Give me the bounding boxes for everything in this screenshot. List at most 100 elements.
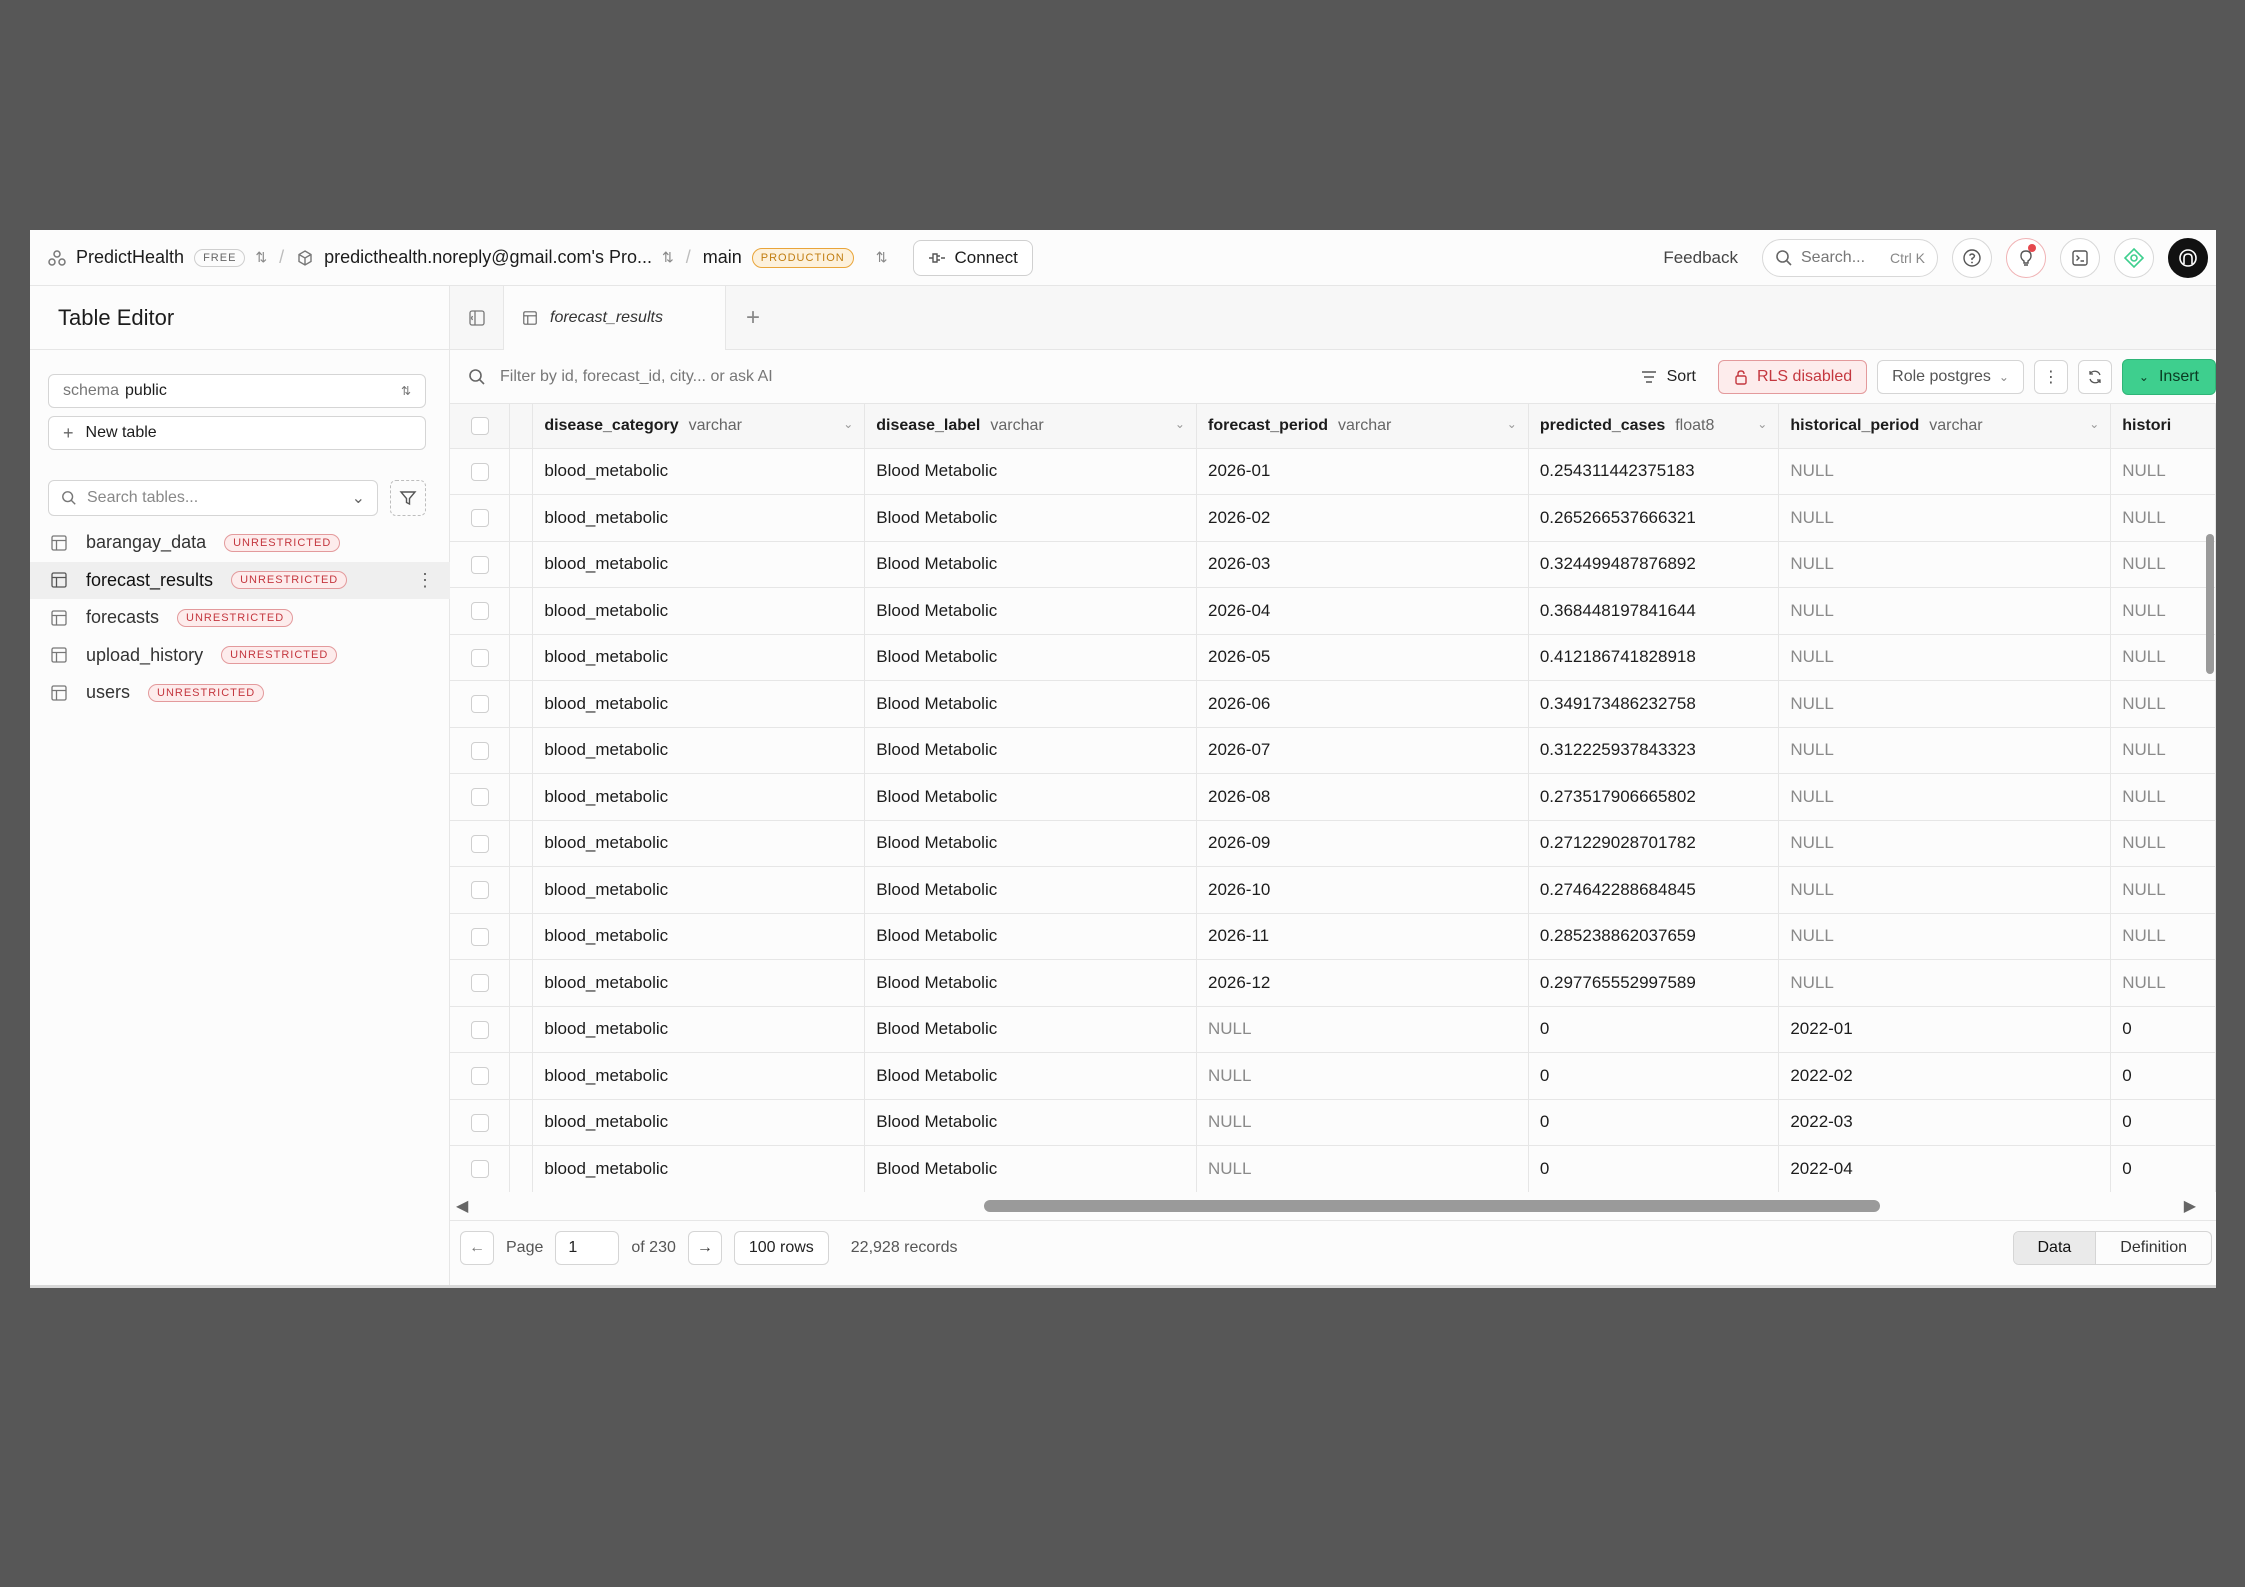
- table-cell[interactable]: NULL: [1778, 448, 2112, 495]
- table-cell[interactable]: blood_metabolic: [532, 634, 866, 681]
- chevron-down-icon[interactable]: ⌄: [1175, 417, 1185, 431]
- table-cell[interactable]: blood_metabolic: [532, 1145, 866, 1192]
- table-cell[interactable]: 2026-09: [1196, 820, 1529, 867]
- table-cell[interactable]: NULL: [2110, 773, 2216, 821]
- row-checkbox[interactable]: [470, 741, 489, 760]
- table-row[interactable]: blood_metabolic Blood Metabolic 2026-07 0.3…: [450, 727, 2216, 774]
- table-cell[interactable]: 2026-12: [1196, 959, 1529, 1007]
- more-options-button[interactable]: ⋮: [2033, 360, 2068, 394]
- insert-button[interactable]: ⌄ Insert: [2121, 359, 2216, 395]
- row-checkbox[interactable]: [470, 1067, 489, 1086]
- filter-input[interactable]: Filter by id, forecast_id, city... or as…: [500, 368, 773, 386]
- connect-button[interactable]: Connect: [913, 239, 1033, 276]
- table-cell[interactable]: NULL: [1778, 680, 2112, 728]
- table-row[interactable]: blood_metabolic Blood Metabolic NULL 0 2022-…: [450, 1006, 2216, 1053]
- row-checkbox[interactable]: [470, 602, 489, 621]
- table-cell[interactable]: 0.254311442375183: [1528, 448, 1780, 495]
- table-cell[interactable]: Blood Metabolic: [864, 541, 1197, 588]
- assistant-button[interactable]: [2114, 238, 2154, 278]
- table-cell[interactable]: NULL: [2110, 727, 2216, 774]
- table-cell[interactable]: blood_metabolic: [532, 680, 866, 728]
- feedback-button[interactable]: Feedback: [1663, 248, 1738, 268]
- global-search-button[interactable]: Search... Ctrl K: [1762, 239, 1938, 277]
- table-cell[interactable]: Blood Metabolic: [864, 913, 1197, 960]
- table-cell[interactable]: Blood Metabolic: [864, 1145, 1197, 1192]
- row-checkbox[interactable]: [470, 509, 489, 528]
- column-header-forecast-period[interactable]: forecast_period varchar ⌄: [1196, 404, 1529, 449]
- table-cell[interactable]: NULL: [1778, 820, 2112, 867]
- table-cell[interactable]: NULL: [1196, 1145, 1529, 1192]
- row-checkbox[interactable]: [470, 788, 489, 807]
- table-cell[interactable]: NULL: [1778, 541, 2112, 588]
- table-cell[interactable]: 0.285238862037659: [1528, 913, 1780, 960]
- table-cell[interactable]: Blood Metabolic: [864, 634, 1197, 681]
- table-cell[interactable]: 0: [2110, 1099, 2216, 1146]
- table-cell[interactable]: 2026-08: [1196, 773, 1529, 821]
- table-row[interactable]: blood_metabolic Blood Metabolic NULL 0 2022-…: [450, 1099, 2216, 1146]
- table-cell[interactable]: 0: [1528, 1052, 1780, 1100]
- table-cell[interactable]: blood_metabolic: [532, 913, 866, 960]
- table-cell[interactable]: 0: [1528, 1006, 1780, 1053]
- table-cell[interactable]: 0.271229028701782: [1528, 820, 1780, 867]
- chevron-down-icon[interactable]: ⌄: [1757, 417, 1767, 431]
- table-cell[interactable]: NULL: [1778, 587, 2112, 635]
- page-input[interactable]: 1: [555, 1230, 620, 1265]
- table-row[interactable]: blood_metabolic Blood Metabolic NULL 0 2022-…: [450, 1145, 2216, 1192]
- table-cell[interactable]: NULL: [2110, 820, 2216, 867]
- table-cell[interactable]: blood_metabolic: [532, 866, 866, 914]
- table-cell[interactable]: Blood Metabolic: [864, 773, 1197, 821]
- table-cell[interactable]: NULL: [2110, 866, 2216, 914]
- table-row[interactable]: blood_metabolic Blood Metabolic 2026-04 0.3…: [450, 587, 2216, 635]
- table-cell[interactable]: Blood Metabolic: [864, 866, 1197, 914]
- table-cell[interactable]: 0: [2110, 1145, 2216, 1192]
- refresh-button[interactable]: [2077, 360, 2112, 394]
- row-checkbox[interactable]: [470, 834, 489, 853]
- table-row[interactable]: blood_metabolic Blood Metabolic NULL 0 2022-…: [450, 1052, 2216, 1100]
- table-cell[interactable]: Blood Metabolic: [864, 959, 1197, 1007]
- table-cell[interactable]: NULL: [2110, 494, 2216, 542]
- column-header-disease-label[interactable]: disease_label varchar ⌄: [864, 404, 1197, 449]
- table-cell[interactable]: NULL: [1778, 913, 2112, 960]
- row-checkbox[interactable]: [470, 1160, 489, 1179]
- next-page-button[interactable]: →: [687, 1230, 722, 1265]
- chevron-down-icon[interactable]: ⌄: [2089, 417, 2099, 431]
- table-cell[interactable]: 0.412186741828918: [1528, 634, 1780, 681]
- data-view-button[interactable]: Data: [2013, 1232, 2097, 1264]
- table-cell[interactable]: 0.368448197841644: [1528, 587, 1780, 635]
- table-cell[interactable]: 0: [2110, 1006, 2216, 1053]
- table-cell[interactable]: 2026-10: [1196, 866, 1529, 914]
- table-cell[interactable]: Blood Metabolic: [864, 1099, 1197, 1146]
- table-cell[interactable]: Blood Metabolic: [864, 448, 1197, 495]
- table-cell[interactable]: 0.324499487876892: [1528, 541, 1780, 588]
- table-cell[interactable]: Blood Metabolic: [864, 587, 1197, 635]
- definition-view-button[interactable]: Definition: [2096, 1232, 2211, 1264]
- table-cell[interactable]: blood_metabolic: [532, 820, 866, 867]
- table-cell[interactable]: blood_metabolic: [532, 959, 866, 1007]
- filter-tables-button[interactable]: [390, 480, 426, 516]
- table-cell[interactable]: NULL: [1778, 634, 2112, 681]
- new-tab-button[interactable]: +: [726, 286, 780, 349]
- table-cell[interactable]: blood_metabolic: [532, 727, 866, 774]
- search-tables-input[interactable]: Search tables... ⌄: [48, 480, 378, 516]
- chevron-down-icon[interactable]: ⌄: [843, 417, 853, 431]
- row-checkbox[interactable]: [470, 462, 489, 481]
- table-row[interactable]: blood_metabolic Blood Metabolic 2026-02 0.2…: [450, 494, 2216, 542]
- more-vertical-icon[interactable]: ⋮: [416, 570, 434, 591]
- table-cell[interactable]: NULL: [1778, 773, 2112, 821]
- table-cell[interactable]: blood_metabolic: [532, 1052, 866, 1100]
- table-cell[interactable]: 2026-06: [1196, 680, 1529, 728]
- table-cell[interactable]: blood_metabolic: [532, 773, 866, 821]
- row-checkbox[interactable]: [470, 1020, 489, 1039]
- table-item-upload-history[interactable]: upload_history UNRESTRICTED: [30, 637, 450, 675]
- scroll-left-icon[interactable]: ◀: [456, 1196, 468, 1216]
- table-cell[interactable]: blood_metabolic: [532, 1006, 866, 1053]
- table-cell[interactable]: 0.265266537666321: [1528, 494, 1780, 542]
- table-cell[interactable]: 2026-02: [1196, 494, 1529, 542]
- table-cell[interactable]: blood_metabolic: [532, 448, 866, 495]
- table-cell[interactable]: NULL: [1778, 494, 2112, 542]
- table-row[interactable]: blood_metabolic Blood Metabolic 2026-10 0.2…: [450, 866, 2216, 914]
- vertical-scrollbar[interactable]: [2206, 534, 2214, 674]
- table-cell[interactable]: 0.273517906665802: [1528, 773, 1780, 821]
- table-cell[interactable]: NULL: [1196, 1006, 1529, 1053]
- table-row[interactable]: blood_metabolic Blood Metabolic 2026-06 0.3…: [450, 680, 2216, 728]
